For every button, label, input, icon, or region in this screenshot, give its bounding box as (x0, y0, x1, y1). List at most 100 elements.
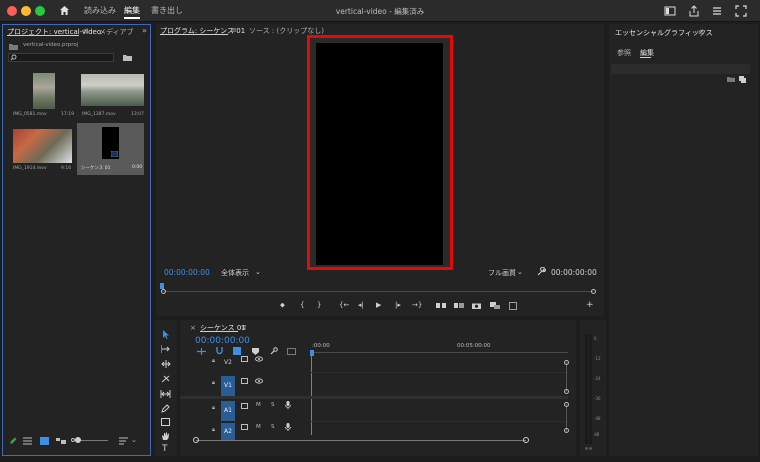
chevron-down-icon[interactable]: ⌄ (255, 268, 261, 276)
extract-icon[interactable] (454, 302, 464, 309)
timeline-zoom-bar[interactable] (196, 440, 526, 441)
toggle-sync-lock-icon[interactable] (241, 356, 248, 362)
hand-tool-icon[interactable] (161, 432, 170, 441)
zoom-slider-handle[interactable] (75, 437, 81, 443)
meter-solo-button[interactable] (585, 447, 588, 450)
mute-button[interactable]: M (256, 402, 261, 408)
lock-icon[interactable]: 🔒︎ (212, 380, 215, 387)
fit-dropdown[interactable]: 全体表示 (221, 268, 249, 278)
video-tracks-scrollbar[interactable] (566, 362, 567, 392)
mark-out-button[interactable]: } (317, 301, 321, 309)
share-icon[interactable] (688, 5, 700, 17)
camera-icon[interactable] (472, 302, 481, 309)
sequence-item-selected[interactable]: シーケンス 01 0:00 (77, 123, 144, 175)
wrench-icon[interactable] (537, 267, 546, 276)
chevron-down-icon[interactable]: ⌄ (517, 268, 523, 276)
lift-icon[interactable] (436, 302, 446, 309)
zoom-bar-left-handle[interactable] (193, 437, 199, 443)
track-name-v1[interactable]: V1 (221, 376, 235, 396)
graphics-layer-list[interactable] (611, 64, 750, 74)
rectangle-tool-icon[interactable] (161, 418, 170, 426)
tab-browse[interactable]: 参照 (617, 48, 631, 58)
track-name-a1[interactable]: A1 (221, 401, 235, 421)
go-to-in-button[interactable]: {← (339, 301, 349, 309)
solo-button[interactable]: S (271, 402, 275, 408)
scroll-handle[interactable] (564, 402, 569, 407)
go-to-out-button[interactable]: →} (412, 301, 422, 309)
toggle-sync-lock-icon[interactable] (241, 403, 248, 409)
step-forward-button[interactable]: |▸ (395, 301, 401, 309)
list-view-icon[interactable] (23, 437, 32, 445)
toggle-sync-lock-icon[interactable] (241, 378, 248, 384)
zoom-slider[interactable] (78, 440, 108, 441)
tab-media-browser[interactable]: メディアブ (99, 27, 134, 37)
pencil-icon[interactable] (9, 437, 17, 445)
toggle-sync-lock-icon[interactable] (241, 424, 248, 430)
scroll-handle[interactable] (564, 389, 569, 394)
track-name-v2[interactable]: V2 (221, 355, 235, 371)
eye-icon[interactable] (255, 356, 263, 362)
pen-tool-icon[interactable] (161, 404, 170, 413)
new-layer-icon[interactable] (739, 76, 746, 83)
eye-icon[interactable] (255, 378, 263, 384)
solo-button[interactable]: S (271, 424, 275, 430)
mark-in-button[interactable]: { (300, 301, 304, 309)
step-back-button[interactable]: ◂| (358, 301, 364, 309)
track-name-a2[interactable]: A2 (221, 423, 235, 441)
razor-tool-icon[interactable] (161, 375, 170, 383)
scrubber-start-handle[interactable] (161, 289, 166, 294)
nest-toggle-icon[interactable] (197, 348, 206, 355)
captions-icon[interactable] (287, 348, 296, 355)
search-input[interactable] (8, 53, 114, 62)
chevron-down-icon[interactable]: ⌄ (131, 436, 137, 444)
track-select-tool-icon[interactable] (161, 345, 171, 353)
sort-icon[interactable] (119, 437, 128, 445)
scrubber-end-handle[interactable] (591, 289, 596, 294)
play-button[interactable]: ▶ (376, 301, 381, 309)
clip-thumbnail-2[interactable] (81, 74, 144, 106)
lock-icon[interactable]: 🔒︎ (212, 358, 215, 365)
freeform-view-icon[interactable] (56, 437, 66, 445)
monitor-scrubber-track[interactable] (163, 291, 593, 292)
add-marker-icon[interactable] (252, 348, 259, 355)
panel-menu-icon[interactable]: ≡ (83, 27, 89, 35)
time-ruler[interactable] (310, 352, 568, 353)
panel-overflow-icon[interactable]: » (142, 26, 147, 35)
type-tool-icon[interactable]: T (162, 444, 168, 454)
wrench-icon[interactable] (270, 347, 278, 355)
panel-menu-icon[interactable]: ≡ (698, 28, 704, 36)
workspaces-menu-icon[interactable] (711, 5, 723, 17)
clip-thumbnail-3[interactable] (13, 129, 72, 163)
quality-dropdown[interactable]: フル画質 (488, 268, 516, 278)
panel-menu-icon[interactable]: ≡ (241, 323, 247, 331)
new-bin-icon[interactable] (123, 54, 132, 61)
panel-menu-icon[interactable]: ≡ (231, 26, 237, 34)
scroll-handle[interactable] (564, 360, 569, 365)
button-editor-add[interactable]: + (586, 300, 594, 310)
linked-selection-icon[interactable] (233, 347, 241, 355)
timeline-timecode[interactable]: 00:00:00:00 (195, 336, 250, 346)
selection-tool-icon[interactable] (162, 330, 170, 339)
icon-view-icon[interactable] (40, 437, 49, 445)
lock-icon[interactable]: 🔒︎ (212, 405, 215, 412)
fullscreen-icon[interactable] (735, 5, 747, 17)
scroll-handle[interactable] (564, 428, 569, 433)
meter-solo-button[interactable] (589, 447, 592, 450)
close-icon[interactable]: × (190, 324, 196, 332)
clip-thumbnail-1[interactable] (33, 73, 55, 109)
video-audio-divider[interactable] (180, 396, 568, 399)
lock-icon[interactable]: 🔒︎ (212, 427, 215, 434)
folder-icon[interactable] (727, 76, 735, 82)
playhead-timecode[interactable]: 00:00:00:00 (164, 268, 210, 277)
ripple-edit-tool-icon[interactable] (161, 360, 171, 368)
mute-button[interactable]: M (256, 424, 261, 430)
zoom-bar-right-handle[interactable] (523, 437, 529, 443)
slip-tool-icon[interactable] (160, 390, 171, 398)
microphone-icon[interactable] (285, 423, 291, 431)
quick-export-icon[interactable] (664, 5, 676, 17)
proxy-toggle-icon[interactable] (509, 302, 517, 310)
microphone-icon[interactable] (285, 401, 291, 409)
compare-view-icon[interactable] (490, 302, 500, 309)
add-marker-button[interactable]: ⬥ (280, 301, 285, 310)
snap-icon[interactable] (216, 347, 223, 355)
